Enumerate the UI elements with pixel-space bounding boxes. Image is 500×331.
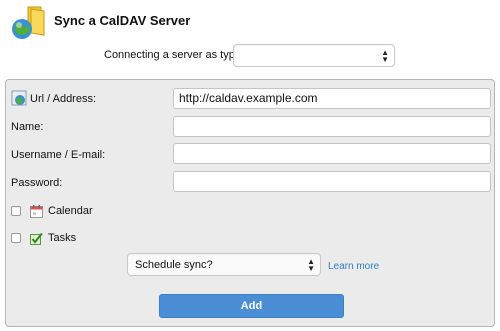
schedule-sync-select[interactable]: Schedule sync? ▲ ▼ (127, 253, 321, 276)
calendar-icon (30, 205, 43, 218)
select-arrows-icon: ▲ ▼ (381, 47, 389, 64)
server-type-select[interactable]: ▲ ▼ (233, 44, 395, 67)
tasks-checkbox[interactable] (11, 233, 21, 243)
username-label: Username / E-mail: (11, 149, 106, 161)
url-label: Url / Address: (30, 93, 97, 105)
name-field[interactable] (173, 116, 491, 137)
tasks-icon (30, 232, 43, 245)
url-globe-icon (11, 90, 27, 106)
server-type-row: Connecting a server as type: ▲ ▼ (0, 44, 500, 68)
url-field[interactable]: http://caldav.example.com (173, 88, 491, 109)
name-label: Name: (11, 121, 44, 133)
calendar-option[interactable]: Calendar (11, 205, 131, 219)
learn-more-link[interactable]: Learn more (328, 261, 379, 272)
page-title: Sync a CalDAV Server (54, 13, 191, 28)
select-arrows-icon: ▲ ▼ (307, 256, 315, 273)
username-field[interactable] (173, 143, 491, 164)
calendar-label: Calendar (48, 205, 93, 217)
add-button[interactable]: Add (159, 294, 344, 318)
password-field[interactable] (173, 171, 491, 192)
server-form-panel: Url / Address: http://caldav.example.com… (5, 79, 495, 327)
header: Sync a CalDAV Server (0, 0, 500, 44)
server-type-label: Connecting a server as type: (104, 49, 245, 61)
calendar-checkbox[interactable] (11, 206, 21, 216)
schedule-sync-value: Schedule sync? (135, 258, 213, 271)
tasks-label: Tasks (48, 232, 77, 244)
password-label: Password: (11, 177, 63, 189)
globe-folder-icon (12, 6, 45, 39)
tasks-option[interactable]: Tasks (11, 232, 131, 246)
